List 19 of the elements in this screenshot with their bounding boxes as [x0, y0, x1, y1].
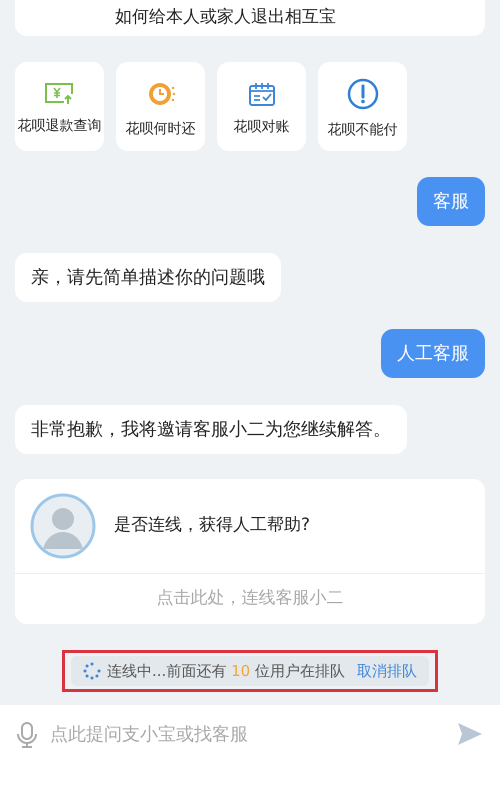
shortcut-card[interactable]: 花呗何时还 — [116, 62, 205, 151]
loading-spinner-icon — [83, 662, 102, 680]
agent-message-bubble: 非常抱歉，我将邀请客服小二为您继续解答。 — [15, 405, 407, 454]
alert-icon — [346, 78, 378, 110]
calendar-icon — [248, 81, 276, 107]
microphone-icon[interactable] — [16, 721, 38, 749]
shortcut-card[interactable]: 花呗退款查询 — [15, 62, 104, 151]
queue-status-text: 连线中...前面还有 10 位用户在排队 — [107, 660, 345, 682]
user-message-bubble: 人工客服 — [381, 329, 485, 378]
question-input-field[interactable]: 点此提问支小宝或找客服 — [50, 721, 444, 748]
shortcut-card[interactable]: 花呗不能付 — [318, 62, 407, 151]
money-screen-icon — [44, 82, 76, 106]
agent-message-bubble: 亲，请先简单描述你的问题哦 — [15, 253, 281, 302]
connect-question: 是否连线，获得人工帮助? — [114, 514, 310, 538]
user-message-bubble: 客服 — [417, 177, 485, 226]
send-icon[interactable] — [456, 721, 484, 747]
avatar-icon — [30, 493, 96, 559]
suggestion-card[interactable]: 如何给本人或家人退出相互宝 — [15, 0, 485, 36]
shortcut-card[interactable]: 花呗对账 — [217, 62, 306, 151]
